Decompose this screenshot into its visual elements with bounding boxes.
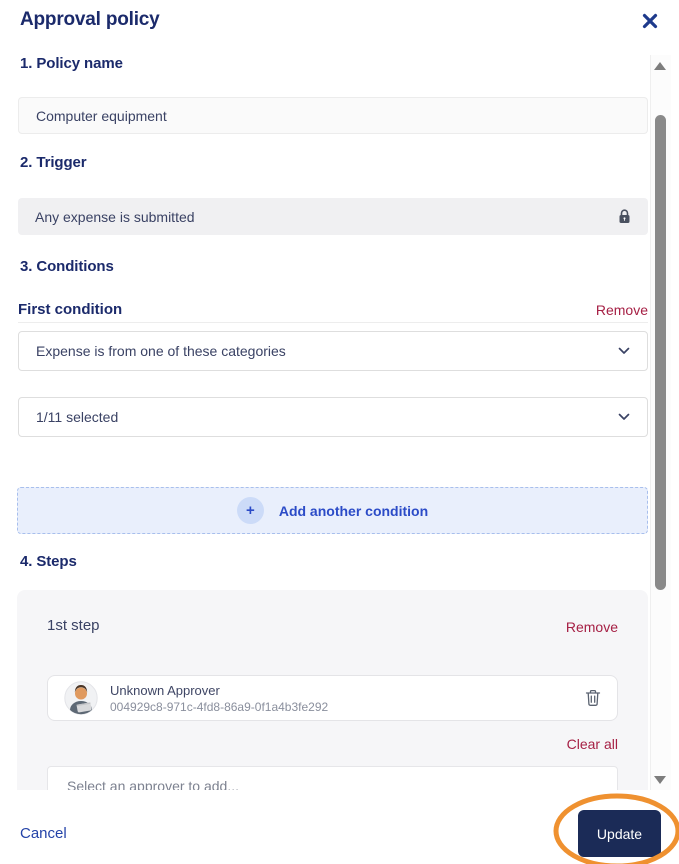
cancel-button[interactable]: Cancel [20,825,67,842]
approver-name: Unknown Approver [110,682,220,698]
add-condition-button[interactable]: + Add another condition [17,487,648,534]
plus-icon: + [236,497,264,524]
condition-type-value: Expense is from one of these categories [36,343,286,359]
chevron-down-icon [618,413,630,421]
approver-card: Unknown Approver 004929c8-971c-4fd8-86a9… [47,675,618,721]
trigger-value: Any expense is submitted [35,208,195,225]
first-condition-label: First condition [18,301,123,318]
policy-name-label: 1. Policy name [20,55,123,72]
condition-type-select[interactable]: Expense is from one of these categories [18,331,648,371]
delete-approver-button[interactable] [585,689,601,707]
add-condition-label: Add another condition [278,502,429,519]
approver-id: 004929c8-971c-4fd8-86a9-0f1a4b3fe292 [110,699,329,714]
first-condition-header: First condition Remove [18,301,648,318]
step-panel: 1st step Remove Unknown Approver 004929c… [17,590,648,790]
condition-categories-select[interactable]: 1/11 selected [18,397,648,437]
page-title: Approval policy [20,9,160,30]
policy-name-input[interactable] [18,97,648,134]
conditions-label: 3. Conditions [20,258,114,275]
step-title: 1st step [47,617,100,634]
lock-icon [618,209,631,224]
condition-categories-value: 1/11 selected [36,409,119,425]
remove-condition-button[interactable]: Remove [596,302,648,318]
approver-texts: Unknown Approver 004929c8-971c-4fd8-86a9… [110,683,573,714]
chevron-down-icon [618,347,630,355]
clear-all-button[interactable]: Clear all [567,736,618,752]
close-button[interactable] [639,10,661,32]
remove-step-button[interactable]: Remove [566,619,618,635]
scroll-up-arrow-icon[interactable] [654,62,666,70]
policy-name-value[interactable] [36,107,630,124]
modal-body: 1. Policy name 2. Trigger Any expense is… [0,55,679,790]
steps-label: 4. Steps [20,553,77,570]
add-approver-input[interactable] [65,777,600,790]
close-icon [642,13,658,29]
add-approver-select[interactable] [47,766,618,790]
condition-divider [18,322,648,323]
scroll-down-arrow-icon[interactable] [654,776,666,784]
modal-footer: Cancel Update [0,790,679,864]
avatar [64,681,98,715]
update-button[interactable]: Update [578,810,661,857]
scrollbar-thumb[interactable] [655,115,666,590]
trigger-label: 2. Trigger [20,154,87,171]
trash-icon [585,689,601,706]
trigger-field: Any expense is submitted [18,198,648,235]
